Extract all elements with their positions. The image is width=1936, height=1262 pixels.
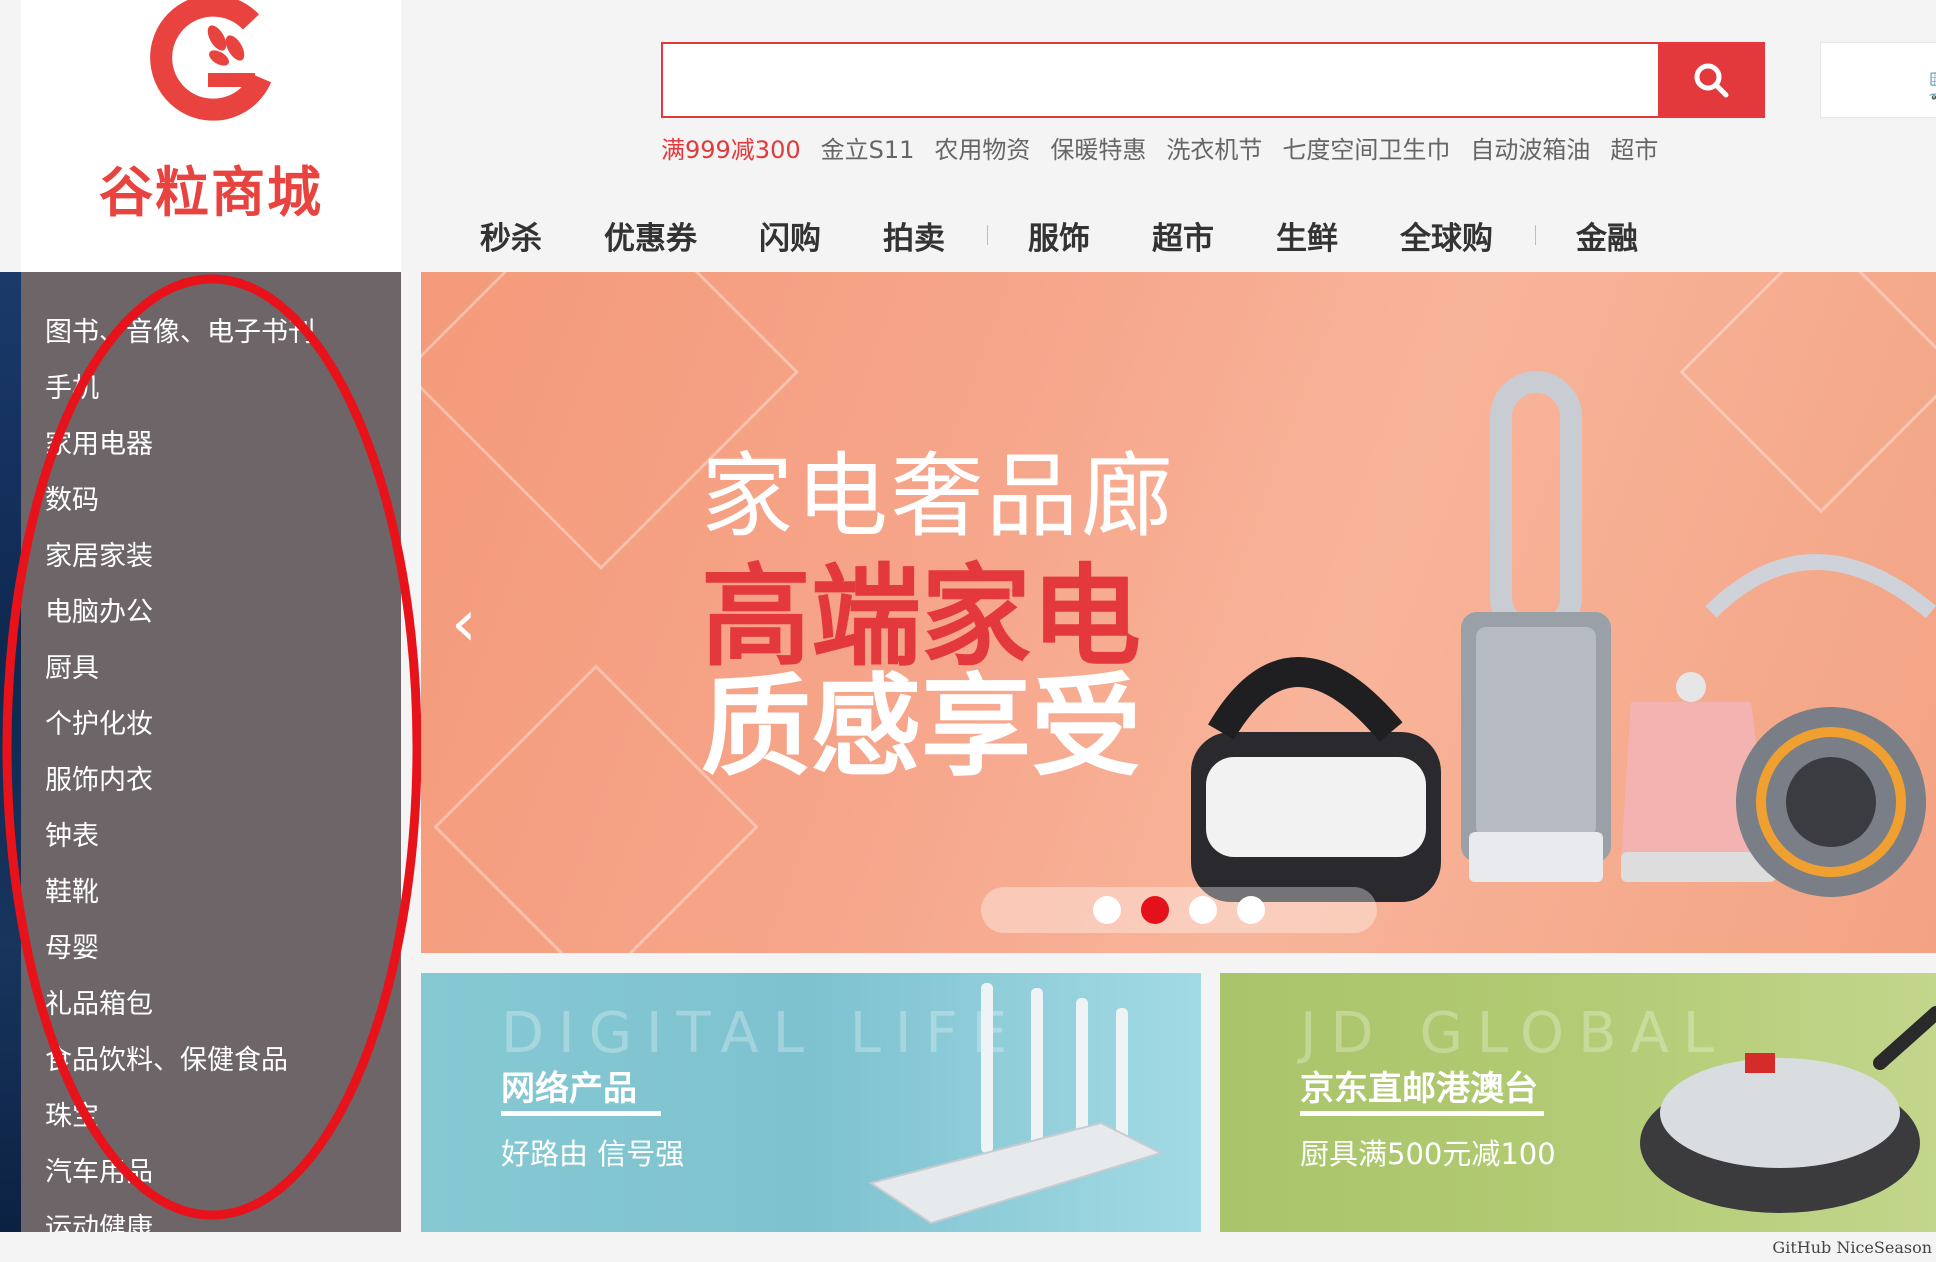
- nav-item[interactable]: 全球购: [1400, 213, 1493, 258]
- footer-credit: GitHub NiceSeason: [1772, 1238, 1932, 1257]
- router-image: [868, 983, 1164, 1225]
- nav-item[interactable]: 超市: [1152, 213, 1214, 258]
- category-item[interactable]: 厨具: [21, 641, 401, 697]
- category-item[interactable]: 数码: [21, 473, 401, 529]
- category-item[interactable]: 食品饮料、保健食品: [21, 1033, 401, 1089]
- category-item[interactable]: 个护化妆: [21, 697, 401, 753]
- carousel-prev-button[interactable]: ‹: [451, 587, 477, 661]
- nav-item[interactable]: 服饰: [1028, 213, 1090, 258]
- promo-banner-network[interactable]: DIGITAL LIFE 网络产品 好路由 信号强: [421, 973, 1201, 1232]
- category-item[interactable]: 电脑办公: [21, 585, 401, 641]
- banner-subheadline: 质感享受: [701, 663, 1141, 791]
- hot-word[interactable]: 保暖特惠: [1050, 130, 1146, 165]
- nav-item[interactable]: 生鲜: [1276, 213, 1338, 258]
- search-icon: [1694, 63, 1728, 98]
- category-item[interactable]: 服饰内衣: [21, 753, 401, 809]
- category-item[interactable]: 钟表: [21, 809, 401, 865]
- nav-divider: [1535, 225, 1536, 245]
- hot-word[interactable]: 七度空间卫生巾: [1282, 130, 1450, 165]
- category-item[interactable]: 礼品箱包: [21, 977, 401, 1033]
- appliances-image: [1191, 371, 1936, 902]
- hot-word[interactable]: 满999减300: [661, 130, 801, 165]
- cart-icon: 🛒: [1927, 63, 1936, 101]
- logo[interactable]: 谷粒商城: [21, 0, 401, 272]
- nav-item[interactable]: 金融: [1576, 213, 1638, 258]
- category-item[interactable]: 图书、音像、电子书刊: [21, 305, 401, 361]
- promo-title: 网络产品: [501, 1069, 637, 1109]
- search-bar: [661, 42, 1765, 118]
- search-input[interactable]: [663, 44, 1658, 116]
- logo-mark-icon: [150, 0, 272, 121]
- promo-banner-global[interactable]: JD GLOBAL 京东直邮港澳台 厨具满500元减100: [1220, 973, 1936, 1232]
- main-nav: 秒杀 优惠券 闪购 拍卖 服饰 超市 生鲜 全球购 金融: [480, 210, 1700, 260]
- nav-item[interactable]: 拍卖: [883, 213, 945, 258]
- promo-underline: [501, 1111, 661, 1116]
- carousel-dot[interactable]: [1093, 896, 1121, 924]
- nav-item[interactable]: 闪购: [759, 213, 821, 258]
- category-sidebar: 图书、音像、电子书刊 手机 家用电器 数码 家居家装 电脑办公 厨具 个护化妆 …: [21, 272, 401, 1232]
- cart-button[interactable]: 🛒: [1820, 42, 1936, 118]
- wok-image: [1640, 1006, 1936, 1213]
- promo-desc: 好路由 信号强: [501, 1137, 685, 1171]
- nav-item[interactable]: 优惠券: [604, 213, 697, 258]
- promo-title: 京东直邮港澳台: [1300, 1069, 1538, 1109]
- category-item[interactable]: 家用电器: [21, 417, 401, 473]
- category-item[interactable]: 家居家装: [21, 529, 401, 585]
- hot-word[interactable]: 自动波箱油: [1470, 130, 1590, 165]
- hot-word[interactable]: 超市: [1610, 130, 1658, 165]
- carousel-indicators: [981, 887, 1377, 933]
- hot-word[interactable]: 洗衣机节: [1166, 130, 1262, 165]
- promo-underline: [1300, 1111, 1544, 1116]
- hot-words: 满999减300 金立S11 农用物资 保暖特惠 洗衣机节 七度空间卫生巾 自动…: [661, 130, 1658, 165]
- carousel-dot[interactable]: [1237, 896, 1265, 924]
- nav-item[interactable]: 秒杀: [480, 213, 542, 258]
- hot-word[interactable]: 金立S11: [821, 130, 915, 165]
- left-edge-image: [0, 272, 21, 1232]
- hot-word[interactable]: 农用物资: [934, 130, 1030, 165]
- category-item[interactable]: 鞋靴: [21, 865, 401, 921]
- logo-text: 谷粒商城: [99, 161, 323, 224]
- category-item[interactable]: 运动健康: [21, 1201, 401, 1232]
- category-item[interactable]: 珠宝: [21, 1089, 401, 1145]
- category-item[interactable]: 汽车用品: [21, 1145, 401, 1201]
- carousel-dot-active[interactable]: [1141, 896, 1169, 924]
- main-banner-carousel[interactable]: 家电奢品廊 高端家电 质感享受 ‹: [421, 272, 1936, 953]
- category-item[interactable]: 母婴: [21, 921, 401, 977]
- search-button[interactable]: [1658, 44, 1763, 116]
- nav-divider: [987, 225, 988, 245]
- carousel-dot[interactable]: [1189, 896, 1217, 924]
- promo-desc: 厨具满500元减100: [1300, 1137, 1556, 1171]
- category-item[interactable]: 手机: [21, 361, 401, 417]
